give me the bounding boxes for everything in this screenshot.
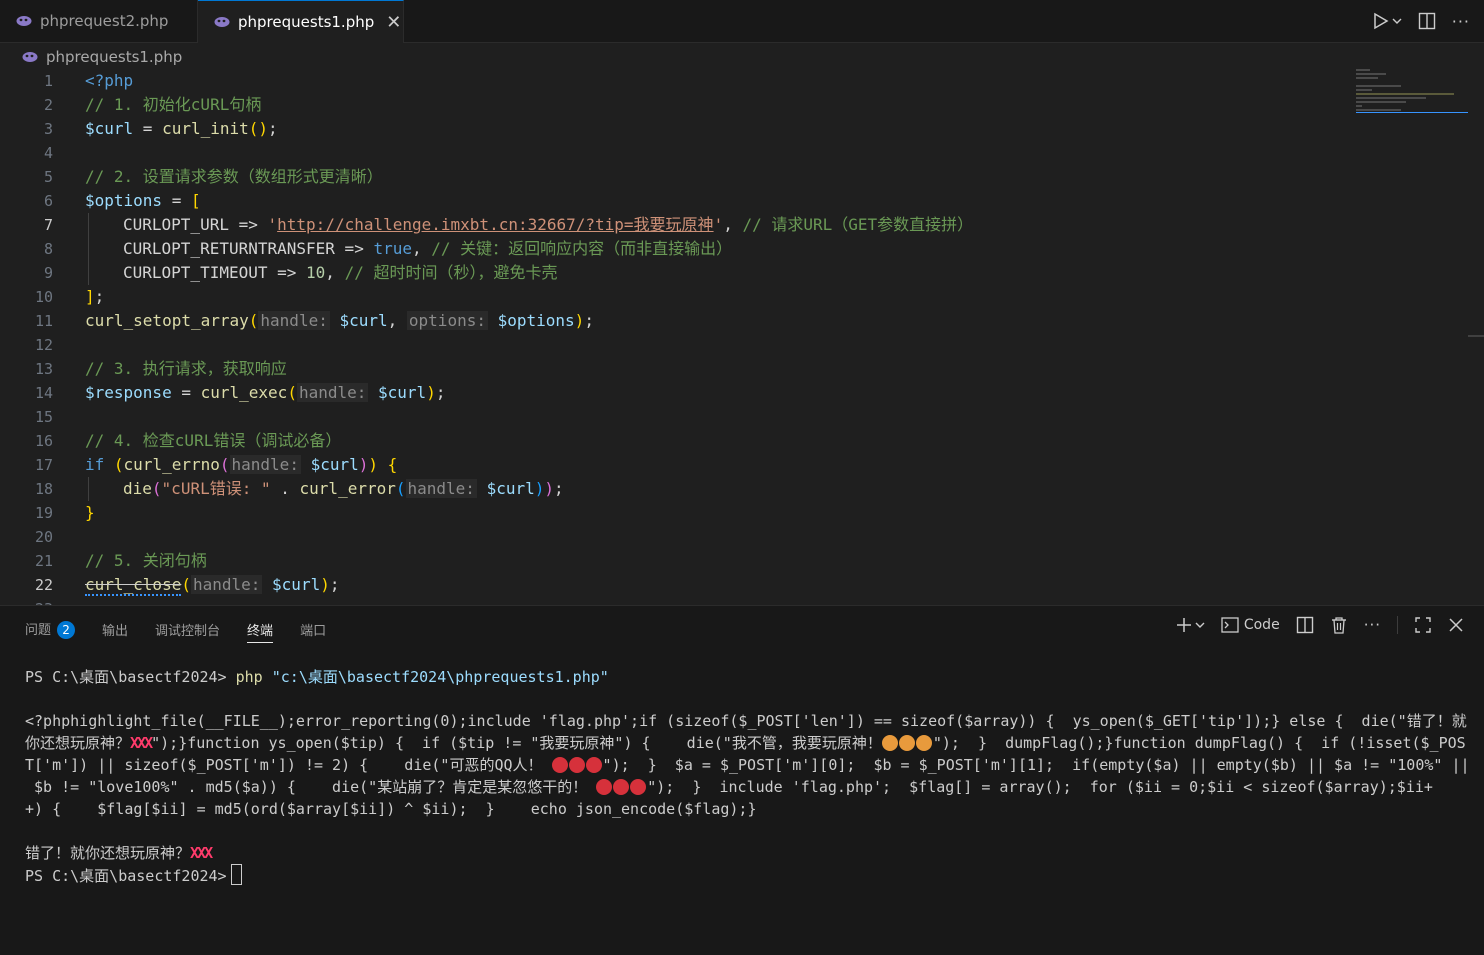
minimap[interactable] [1356,69,1468,129]
split-editor-icon[interactable] [1418,12,1436,30]
tab-ports[interactable]: 端口 [300,620,326,639]
minimap-viewport-indicator [1356,112,1468,113]
line-number: 2 [43,96,53,114]
line-number: 22 [34,576,53,594]
tab-debug-console[interactable]: 调试控制台 [155,620,220,639]
maximize-panel-icon[interactable] [1414,616,1432,634]
code-line-10: ]; [85,287,105,306]
panel-actions: Code ··· [1175,616,1464,634]
php-file-icon [16,16,32,26]
line-number: 16 [34,432,53,450]
angry-face-icon [568,757,585,773]
code-line-19: } [85,503,95,522]
tab-label: phprequest2.php [40,12,169,30]
code-line-18: die("cURL错误: " . curl_error(handle: $cur… [123,479,564,498]
emoji-icon [898,735,915,751]
bottom-panel: 问题 2 输出 调试控制台 终端 端口 Code ··· PS C:\桌面\bas… [0,605,1484,955]
terminal-output[interactable]: PS C:\桌面\basectf2024> php "c:\桌面\basectf… [25,666,1470,887]
x-mark-emoji: XXX [130,734,153,752]
line-number: 12 [34,336,53,354]
code-line-11: curl_setopt_array(handle: $curl, options… [85,311,594,330]
code-editor[interactable]: 1234567891011121314151617181920212223 <?… [0,69,1484,605]
line-number: 19 [34,504,53,522]
tab-output[interactable]: 输出 [102,620,128,639]
terminal-command-line: PS C:\桌面\basectf2024> php "c:\桌面\basectf… [25,668,609,686]
terminal-shell-selector[interactable]: Code [1221,616,1280,634]
angry-face-icon [613,779,630,795]
breadcrumb[interactable]: phprequests1.php [22,46,182,68]
line-number: 1 [43,72,53,90]
line-number: 9 [43,264,53,282]
line-number: 13 [34,360,53,378]
angry-face-icon [551,757,568,773]
line-number: 14 [34,384,53,402]
tab-phprequests1[interactable]: phprequests1.php ✕ [198,0,404,43]
indent-guide [88,477,89,501]
line-number: 23 [0,597,53,605]
line-number: 3 [43,120,53,138]
code-line-5: // 2. 设置请求参数（数组形式更清晰） [85,167,383,186]
code-line-22: curl_close(handle: $curl); [85,575,340,596]
more-actions-icon[interactable]: ··· [1364,616,1381,634]
indent-guide [88,213,89,285]
code-line-14: $response = curl_exec(handle: $curl); [85,383,446,402]
code-line-2: // 1. 初始化cURL句柄 [85,95,262,114]
line-number: 4 [43,144,53,162]
tab-terminal[interactable]: 终端 [247,620,274,643]
editor-tab-bar: phprequest2.php phprequests1.php ✕ ··· [0,0,1484,43]
code-line-13: // 3. 执行请求，获取响应 [85,359,287,378]
new-terminal-icon[interactable] [1175,616,1205,634]
line-number: 5 [43,168,53,186]
line-number: 15 [34,408,53,426]
code-line-3: $curl = curl_init(); [85,119,278,138]
code-line-8: CURLOPT_RETURNTRANSFER => true, // 关键：返回… [123,239,733,258]
tab-label: phprequests1.php [238,13,375,31]
line-number: 11 [34,312,53,330]
php-file-icon [214,17,230,27]
run-icon[interactable] [1372,12,1402,30]
code-line-9: CURLOPT_TIMEOUT => 10, // 超时时间（秒），避免卡壳 [123,263,558,282]
emoji-icon [915,735,932,751]
angry-face-icon [585,757,602,773]
line-number: 17 [34,456,53,474]
code-line-21: // 5. 关闭句柄 [85,551,207,570]
emoji-icon [881,735,898,751]
line-number: 7 [43,216,53,234]
tab-phprequest2[interactable]: phprequest2.php [0,0,198,42]
divider [1397,616,1398,634]
line-number: 21 [34,552,53,570]
line-number: 6 [43,192,53,210]
code-line-7: CURLOPT_URL => 'http://challenge.imxbt.c… [123,215,974,234]
url-link[interactable]: http://challenge.imxbt.cn:32667/?tip=我要玩… [277,215,713,234]
trash-icon[interactable] [1330,616,1348,634]
php-file-icon [22,52,38,62]
line-number: 20 [34,528,53,546]
x-mark-emoji: XXX [190,844,213,862]
code-line-1: <?php [85,71,134,90]
scrollbar[interactable] [1468,335,1484,337]
tab-problems[interactable]: 问题 2 [25,619,76,639]
line-number: 8 [43,240,53,258]
angry-face-icon [630,779,647,795]
editor-actions: ··· [1372,0,1470,42]
line-number: 18 [34,480,53,498]
result-line: 错了！就你还想玩原神？XXX [25,844,213,862]
split-terminal-icon[interactable] [1296,616,1314,634]
more-actions-icon[interactable]: ··· [1452,12,1470,31]
panel-tabs: 问题 2 输出 调试控制台 终端 端口 [25,618,326,643]
close-icon[interactable]: ✕ [386,12,401,33]
response-text: <?phphighlight_file(__FILE__);error_repo… [25,712,1470,818]
angry-face-icon [596,779,613,795]
terminal-icon [1221,617,1239,633]
terminal-prompt-line: PS C:\桌面\basectf2024> [25,864,1470,887]
breadcrumb-file: phprequests1.php [46,48,183,66]
problems-count-badge: 2 [57,621,76,639]
close-panel-icon[interactable] [1448,617,1464,633]
code-line-6: $options = [ [85,191,201,210]
line-number: 10 [34,288,53,306]
terminal-cursor [230,864,242,885]
code-line-16: // 4. 检查cURL错误（调试必备） [85,431,342,450]
code-line-17: if (curl_errno(handle: $curl)) { [85,455,398,474]
